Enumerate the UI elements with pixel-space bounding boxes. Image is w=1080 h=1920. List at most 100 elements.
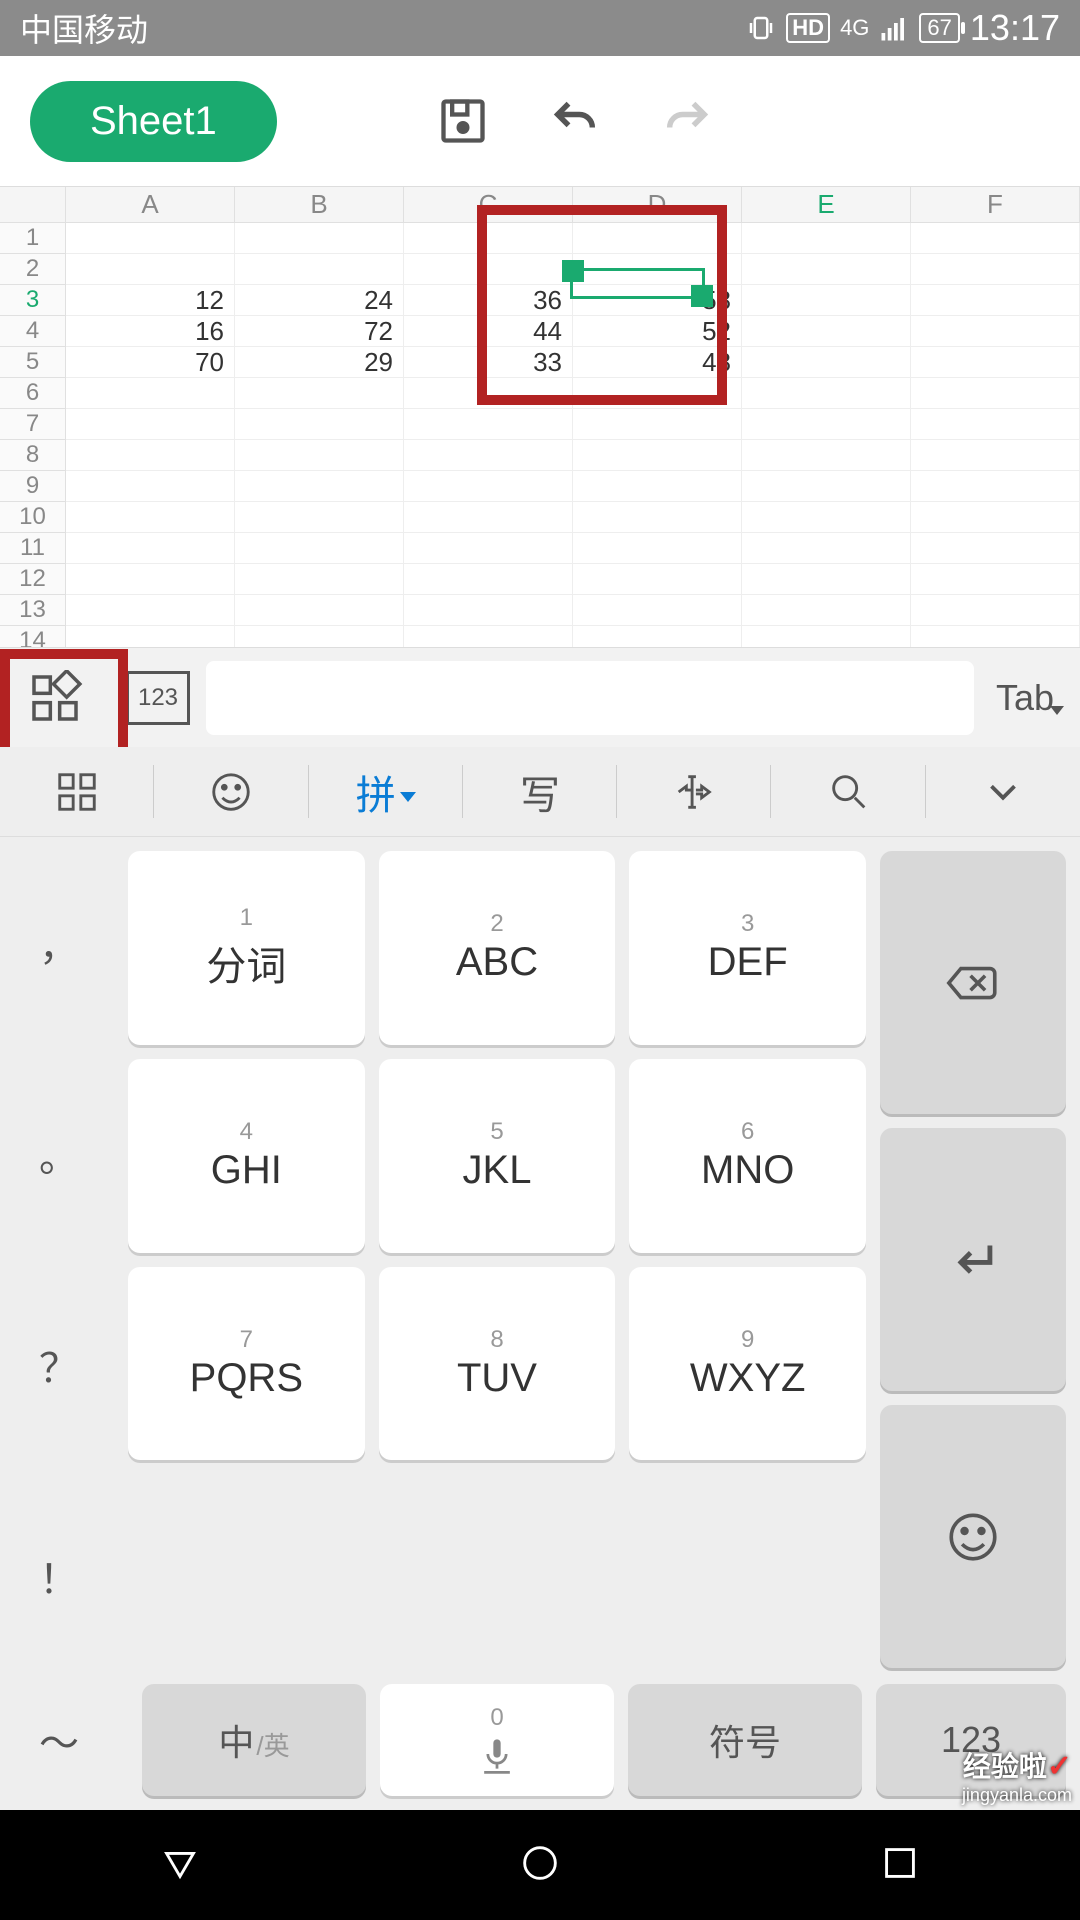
- row-header[interactable]: 1: [0, 223, 66, 254]
- undo-icon[interactable]: [549, 95, 601, 147]
- cell[interactable]: [742, 409, 911, 440]
- cell[interactable]: [404, 409, 573, 440]
- formula-input[interactable]: [206, 661, 974, 735]
- key-mic[interactable]: 0: [380, 1684, 614, 1796]
- sheet-tab[interactable]: Sheet1: [30, 81, 277, 162]
- key-question[interactable]: ？: [0, 1260, 118, 1471]
- row-header[interactable]: 10: [0, 502, 66, 533]
- cell[interactable]: [911, 533, 1080, 564]
- cell[interactable]: [742, 316, 911, 347]
- cell[interactable]: [573, 409, 742, 440]
- cell[interactable]: [911, 378, 1080, 409]
- cell[interactable]: [742, 285, 911, 316]
- key-1[interactable]: 1分词: [128, 851, 365, 1045]
- cell[interactable]: [742, 254, 911, 285]
- cell[interactable]: [911, 223, 1080, 254]
- cell[interactable]: [742, 595, 911, 626]
- cell[interactable]: 16: [66, 316, 235, 347]
- cell[interactable]: [911, 471, 1080, 502]
- cell[interactable]: [235, 533, 404, 564]
- row-header[interactable]: 6: [0, 378, 66, 409]
- cell[interactable]: [742, 440, 911, 471]
- tab-button[interactable]: Tab: [982, 677, 1068, 719]
- cell[interactable]: 48: [573, 347, 742, 378]
- cell[interactable]: [404, 595, 573, 626]
- cell[interactable]: 24: [235, 285, 404, 316]
- key-4[interactable]: 4GHI: [128, 1059, 365, 1253]
- key-backspace[interactable]: [880, 851, 1066, 1114]
- cell[interactable]: [911, 595, 1080, 626]
- cell[interactable]: [235, 595, 404, 626]
- cell[interactable]: 44: [404, 316, 573, 347]
- key-5[interactable]: 5JKL: [379, 1059, 616, 1253]
- cell[interactable]: [573, 502, 742, 533]
- cell[interactable]: [573, 378, 742, 409]
- key-comma[interactable]: ，: [0, 837, 118, 1048]
- row-header[interactable]: 8: [0, 440, 66, 471]
- key-6[interactable]: 6MNO: [629, 1059, 866, 1253]
- row-header[interactable]: 3: [0, 285, 66, 316]
- numeric-mode-button[interactable]: 123: [118, 658, 198, 738]
- col-header-c[interactable]: C: [404, 187, 573, 223]
- cell[interactable]: [404, 502, 573, 533]
- key-tilde[interactable]: ～: [0, 1684, 118, 1796]
- cell[interactable]: [66, 533, 235, 564]
- cell[interactable]: 70: [66, 347, 235, 378]
- kb-collapse-icon[interactable]: [926, 747, 1080, 836]
- kb-emoji-icon[interactable]: [154, 747, 308, 836]
- cell[interactable]: 52: [573, 316, 742, 347]
- kb-search-icon[interactable]: [771, 747, 925, 836]
- row-header[interactable]: 13: [0, 595, 66, 626]
- cell[interactable]: [911, 347, 1080, 378]
- select-all-corner[interactable]: [0, 187, 66, 223]
- cell[interactable]: [66, 595, 235, 626]
- key-period[interactable]: 。: [0, 1048, 118, 1259]
- nav-recent-icon[interactable]: [877, 1840, 923, 1891]
- cell[interactable]: [235, 502, 404, 533]
- cell[interactable]: [404, 533, 573, 564]
- col-header-b[interactable]: B: [235, 187, 404, 223]
- cell[interactable]: [742, 502, 911, 533]
- row-header[interactable]: 4: [0, 316, 66, 347]
- cell[interactable]: [573, 595, 742, 626]
- cell[interactable]: [911, 285, 1080, 316]
- row-header[interactable]: 5: [0, 347, 66, 378]
- cell[interactable]: [911, 502, 1080, 533]
- cell[interactable]: [404, 378, 573, 409]
- cell[interactable]: [404, 471, 573, 502]
- cell[interactable]: 36: [404, 285, 573, 316]
- row-header[interactable]: 12: [0, 564, 66, 595]
- kb-cursor-icon[interactable]: [617, 747, 771, 836]
- cell[interactable]: [66, 471, 235, 502]
- cell[interactable]: [911, 409, 1080, 440]
- cell[interactable]: [911, 440, 1080, 471]
- cell[interactable]: [911, 564, 1080, 595]
- cell[interactable]: [66, 223, 235, 254]
- key-exclaim[interactable]: ！: [0, 1471, 118, 1682]
- cell[interactable]: [573, 440, 742, 471]
- cell[interactable]: [66, 409, 235, 440]
- col-header-e[interactable]: E: [742, 187, 911, 223]
- row-header[interactable]: 9: [0, 471, 66, 502]
- cell[interactable]: [235, 378, 404, 409]
- cell[interactable]: [573, 254, 742, 285]
- cell[interactable]: [742, 378, 911, 409]
- cell[interactable]: [66, 440, 235, 471]
- nav-home-icon[interactable]: [517, 1840, 563, 1891]
- cell[interactable]: [404, 564, 573, 595]
- spreadsheet[interactable]: A B C D E F 1 2 312243658 416724452 5702…: [0, 186, 1080, 657]
- cell[interactable]: [404, 440, 573, 471]
- cell[interactable]: [911, 254, 1080, 285]
- cell[interactable]: [742, 223, 911, 254]
- col-header-a[interactable]: A: [66, 187, 235, 223]
- nav-back-icon[interactable]: [157, 1840, 203, 1891]
- cell[interactable]: [911, 316, 1080, 347]
- cell[interactable]: [66, 502, 235, 533]
- cell[interactable]: [235, 440, 404, 471]
- cell[interactable]: [235, 409, 404, 440]
- save-icon[interactable]: [437, 95, 489, 147]
- key-9[interactable]: 9WXYZ: [629, 1267, 866, 1461]
- cell[interactable]: [742, 564, 911, 595]
- key-3[interactable]: 3DEF: [629, 851, 866, 1045]
- row-header[interactable]: 7: [0, 409, 66, 440]
